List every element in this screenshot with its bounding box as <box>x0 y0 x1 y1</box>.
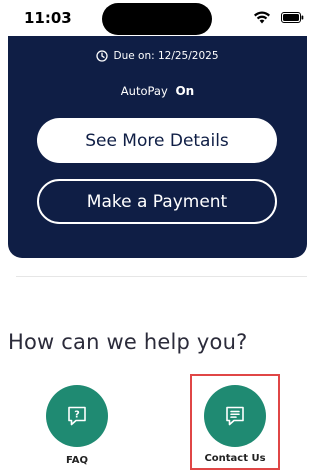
contact-us-label: Contact Us <box>204 453 266 464</box>
status-time: 11:03 <box>24 9 72 27</box>
see-more-details-button[interactable]: See More Details <box>37 118 277 163</box>
faq-label: FAQ <box>66 455 88 466</box>
faq-button[interactable]: ? FAQ <box>32 374 122 470</box>
battery-icon <box>281 12 304 23</box>
contact-icon-circle <box>204 385 266 447</box>
status-bar: 11:03 <box>0 0 315 36</box>
faq-icon-circle: ? <box>46 385 108 447</box>
svg-text:?: ? <box>74 409 80 420</box>
make-payment-button[interactable]: Make a Payment <box>37 179 277 224</box>
contact-us-button[interactable]: Contact Us <box>190 374 280 470</box>
bill-summary-card: Due on: 12/25/2025 AutoPay On See More D… <box>8 36 307 258</box>
autopay-status: AutoPay On <box>8 84 307 98</box>
autopay-label: AutoPay <box>120 84 168 98</box>
due-date-row: Due on: 12/25/2025 <box>8 50 307 62</box>
wifi-icon <box>254 11 270 24</box>
dynamic-island <box>102 3 212 35</box>
clock-icon <box>96 50 109 62</box>
due-date-text: Due on: 12/25/2025 <box>113 50 219 62</box>
faq-question-icon: ? <box>68 406 86 426</box>
section-divider <box>16 276 307 277</box>
chat-message-icon <box>226 406 244 426</box>
autopay-value: On <box>175 84 195 98</box>
see-more-details-label: See More Details <box>85 130 229 151</box>
help-section-title: How can we help you? <box>8 330 248 354</box>
make-payment-label: Make a Payment <box>86 191 228 212</box>
